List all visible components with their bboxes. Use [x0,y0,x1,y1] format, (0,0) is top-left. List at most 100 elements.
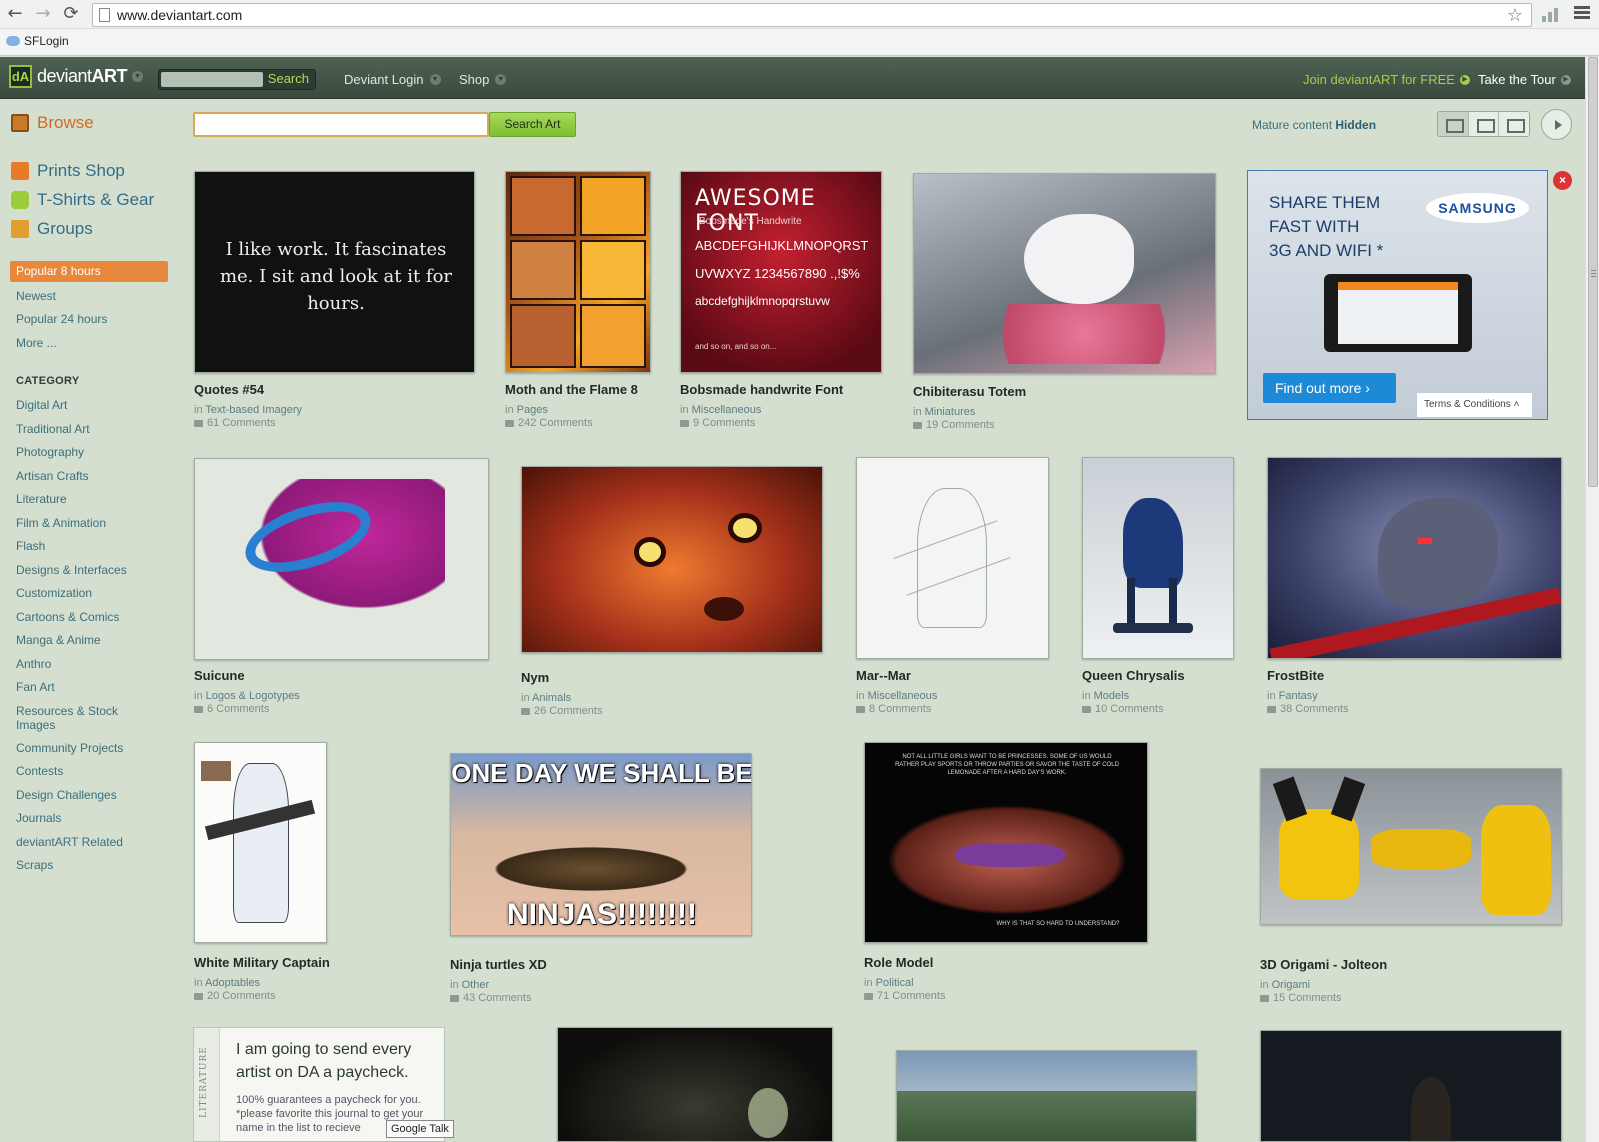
category-item[interactable]: Community Projects [16,741,156,755]
chevron-down-icon[interactable]: ▼ [132,71,144,82]
sidebar-item-groups[interactable]: Groups [11,219,93,239]
category-item[interactable]: Designs & Interfaces [16,563,156,577]
sort-more[interactable]: More ... [16,336,57,350]
category-item[interactable]: Fan Art [16,680,156,694]
thumb-moth-and-the-flame-8[interactable] [505,171,651,373]
thumb-comments[interactable]: 15 Comments [1273,992,1341,1004]
thumb-mar-mar[interactable] [856,457,1049,659]
thumb-category[interactable]: Pages [517,404,548,416]
list-view-icon[interactable] [1438,112,1469,136]
shop-link[interactable]: Shop ▼ [459,72,507,87]
thumb-title[interactable]: Mar--Mar [856,668,937,683]
category-item[interactable]: Anthro [16,657,156,671]
sort-popular-24-hours[interactable]: Popular 24 hours [16,312,107,326]
category-item[interactable]: Artisan Crafts [16,469,156,483]
page-scrollbar[interactable] [1585,57,1599,1142]
category-item[interactable]: Photography [16,445,156,459]
thumb-category[interactable]: Text-based Imagery [205,404,302,416]
thumb-comments[interactable]: 38 Comments [1280,703,1348,715]
category-item[interactable]: Film & Animation [16,516,156,530]
thumb-category[interactable]: Origami [1272,979,1311,991]
thumb-title[interactable]: FrostBite [1267,668,1348,683]
thumb-title[interactable]: Queen Chrysalis [1082,668,1185,683]
thumb-quotes-54[interactable]: I like work. It fascinates me. I sit and… [194,171,475,373]
take-tour-link[interactable]: Take the Tour ▶ [1478,72,1571,87]
sort-popular-8-hours[interactable]: Popular 8 hours [10,261,168,282]
grid-view-icon[interactable] [1469,112,1500,136]
thumb-title[interactable]: Ninja turtles XD [450,957,547,972]
category-item[interactable]: Journals [16,811,156,825]
bookmark-star-icon[interactable]: ☆ [1507,5,1523,26]
thumb-landscape[interactable] [896,1050,1197,1142]
deviant-login-link[interactable]: Deviant Login ▼ [344,72,441,87]
sidebar-item-tshirts-gear[interactable]: T-Shirts & Gear [11,190,154,210]
reload-button[interactable]: ⟳ [60,4,82,24]
forward-button[interactable]: → [32,4,54,24]
extension-icon[interactable] [1542,6,1560,22]
thumb-title[interactable]: Moth and the Flame 8 [505,382,638,397]
category-item[interactable]: Contests [16,764,156,778]
thumb-comments[interactable]: 71 Comments [877,990,945,1002]
category-item[interactable]: Digital Art [16,398,156,412]
large-view-icon[interactable] [1499,112,1529,136]
category-item[interactable]: Literature [16,492,156,506]
thumb-category[interactable]: Animals [532,692,571,704]
category-item[interactable]: Resources & Stock Images [16,704,156,732]
thumb-suicune[interactable] [194,458,489,660]
thumb-title[interactable]: Bobsmade handwrite Font [680,382,843,397]
category-item[interactable]: Customization [16,586,156,600]
thumb-title[interactable]: Role Model [864,955,945,970]
art-search-input[interactable] [193,112,489,137]
samsung-ad[interactable]: SHARE THEM FAST WITH 3G AND WIFI * SAMSU… [1247,170,1548,420]
thumb-comments[interactable]: 8 Comments [869,703,931,715]
thumb-white-military-captain[interactable] [194,742,327,943]
thumb-comments[interactable]: 20 Comments [207,990,275,1002]
thumb-nym[interactable] [521,466,823,653]
close-ad-icon[interactable]: × [1553,171,1572,190]
thumb-queen-chrysalis[interactable] [1082,457,1234,659]
sort-newest[interactable]: Newest [16,289,56,303]
sidebar-item-prints-shop[interactable]: Prints Shop [11,161,125,181]
thumb-category[interactable]: Miniatures [925,406,976,418]
header-search-button[interactable]: Search [268,71,309,86]
thumb-category[interactable]: Political [876,977,914,989]
category-item[interactable]: deviantART Related [16,835,156,849]
category-item[interactable]: Manga & Anime [16,633,156,647]
category-item[interactable]: Design Challenges [16,788,156,802]
thumb-title[interactable]: 3D Origami - Jolteon [1260,957,1387,972]
thumb-category[interactable]: Models [1094,690,1129,702]
browser-menu-icon[interactable] [1574,6,1590,22]
thumb-3d-origami-jolteon[interactable] [1260,768,1562,925]
join-link[interactable]: Join deviantART for FREE ▶ [1303,72,1470,87]
thumb-comments[interactable]: 43 Comments [463,992,531,1004]
thumb-title[interactable]: White Military Captain [194,955,330,970]
bookmark-sflogin[interactable]: SFLogin [6,34,69,48]
category-item[interactable]: Traditional Art [16,422,156,436]
thumb-category[interactable]: Fantasy [1279,690,1318,702]
thumb-comments[interactable]: 9 Comments [693,417,755,429]
thumb-category[interactable]: Adoptables [205,977,260,989]
thumb-frostbite[interactable] [1267,457,1562,659]
thumb-comments[interactable]: 19 Comments [926,419,994,431]
address-bar[interactable]: www.deviantart.com ☆ [92,3,1532,27]
back-button[interactable]: ← [4,4,26,24]
thumb-role-model[interactable]: NOT ALL LITTLE GIRLS WANT TO BE PRINCESS… [864,742,1148,943]
category-item[interactable]: Scraps [16,858,156,872]
category-item[interactable]: Flash [16,539,156,553]
thumb-title[interactable]: Nym [521,670,602,685]
thumb-category[interactable]: Logos & Logotypes [206,690,300,702]
thumb-title[interactable]: Suicune [194,668,300,683]
thumb-category[interactable]: Miscellaneous [868,690,938,702]
thumb-title[interactable]: Quotes #54 [194,382,302,397]
mature-content-toggle[interactable]: Mature content Hidden [1252,118,1376,132]
thumb-bobsmade-handwrite-font[interactable]: AWESOME FONT Bobsmade's Handwrite ABCDEF… [680,171,882,373]
thumb-comments[interactable]: 10 Comments [1095,703,1163,715]
thumb-category[interactable]: Miscellaneous [692,404,762,416]
header-search-input[interactable] [161,72,263,87]
browse-link[interactable]: Browse [11,113,94,133]
thumb-dark-figure[interactable] [557,1027,833,1142]
thumb-comments[interactable]: 242 Comments [518,417,593,429]
deviantart-logo[interactable]: dA deviantART ▼ [9,65,144,88]
scrollbar-thumb[interactable] [1588,57,1598,487]
thumb-chibiterasu-totem[interactable] [913,173,1216,374]
